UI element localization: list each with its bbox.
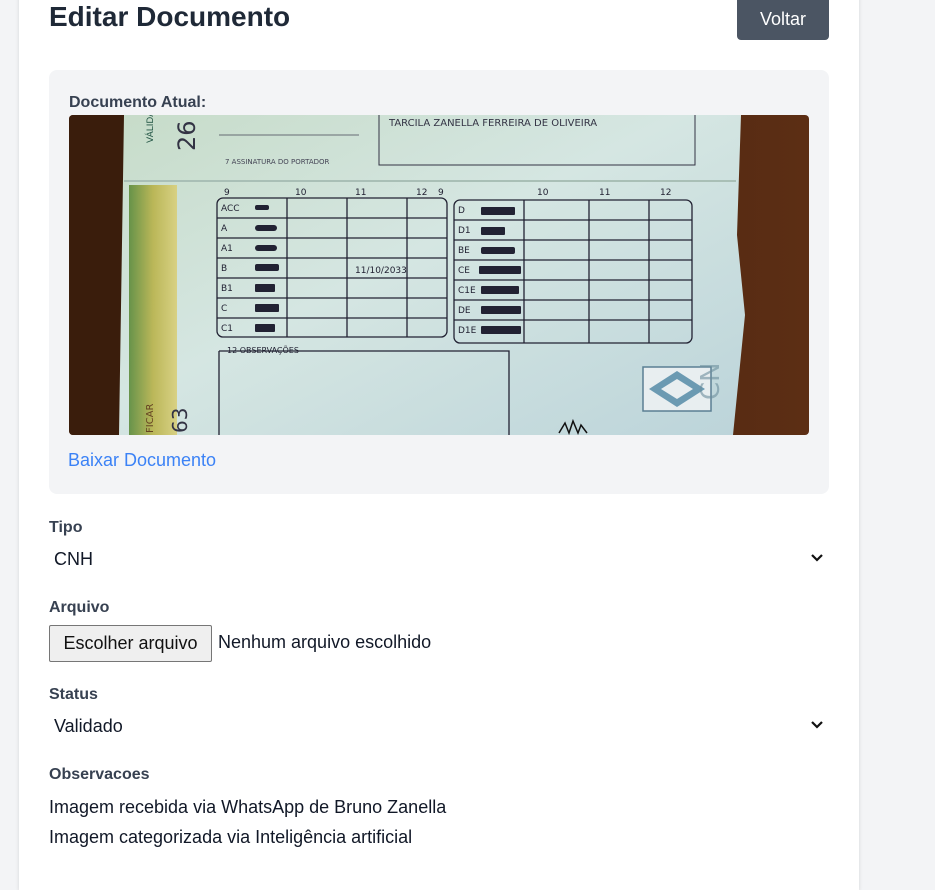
current-document-panel: Documento Atual: VÁLIDA 26 FICAR 63 TARC… — [49, 70, 829, 494]
observacoes-label: Observacoes — [49, 766, 150, 783]
svg-text:C: C — [221, 304, 227, 314]
svg-text:D: D — [458, 206, 465, 216]
chevron-down-icon — [809, 716, 825, 737]
svg-text:ACC: ACC — [221, 204, 240, 214]
download-document-link[interactable]: Baixar Documento — [68, 450, 216, 471]
svg-text:9: 9 — [438, 188, 444, 198]
observacoes-line-2[interactable]: Imagem categorizada via Inteligência art… — [49, 827, 412, 848]
svg-text:A: A — [221, 224, 228, 234]
svg-text:A1: A1 — [221, 244, 233, 254]
side-text-valida: VÁLIDA — [144, 115, 156, 143]
svg-text:DE: DE — [458, 306, 471, 316]
stamp-text: CN — [696, 362, 726, 400]
chevron-down-icon — [809, 549, 825, 570]
svg-text:D1: D1 — [458, 226, 471, 236]
svg-text:C1E: C1E — [458, 286, 476, 296]
holder-name: TARCILA ZANELLA FERREIRA DE OLIVEIRA — [388, 118, 597, 129]
page-title: Editar Documento — [49, 1, 291, 32]
svg-text:12: 12 — [416, 188, 427, 198]
svg-text:10: 10 — [537, 188, 549, 198]
status-select[interactable]: Validado — [49, 712, 829, 742]
back-button[interactable]: Voltar — [737, 0, 829, 40]
document-image: VÁLIDA 26 FICAR 63 TARCILA ZANELLA FERRE… — [69, 115, 809, 435]
svg-text:9: 9 — [224, 188, 230, 198]
arquivo-label: Arquivo — [49, 599, 110, 616]
svg-text:C1: C1 — [221, 324, 233, 334]
svg-text:11: 11 — [599, 188, 610, 198]
tipo-select[interactable]: CNH — [49, 545, 829, 575]
current-document-label: Documento Atual: — [69, 94, 207, 111]
tipo-label: Tipo — [49, 519, 83, 536]
choose-file-button[interactable]: Escolher arquivo — [49, 625, 212, 662]
svg-text:10: 10 — [295, 188, 307, 198]
file-status-text: Nenhum arquivo escolhido — [218, 632, 432, 652]
observations-label: 12 OBSERVAÇÕES — [227, 344, 299, 355]
svg-text:BE: BE — [458, 246, 470, 256]
signature-label: 7 ASSINATURA DO PORTADOR — [225, 158, 330, 166]
status-select-value: Validado — [54, 716, 123, 736]
side-text-ficar: FICAR — [145, 403, 156, 433]
svg-text:D1E: D1E — [458, 326, 477, 336]
svg-text:12: 12 — [660, 188, 671, 198]
side-text-26: 26 — [173, 120, 201, 151]
observacoes-line-1[interactable]: Imagem recebida via WhatsApp de Bruno Za… — [49, 797, 446, 818]
svg-text:B: B — [221, 264, 227, 274]
side-text-63: 63 — [168, 408, 192, 433]
svg-text:11: 11 — [355, 188, 366, 198]
status-label: Status — [49, 686, 98, 703]
b-validity-date: 11/10/2033 — [355, 266, 407, 276]
svg-text:B1: B1 — [221, 284, 233, 294]
svg-text:CE: CE — [458, 266, 470, 276]
tipo-select-value: CNH — [54, 549, 93, 569]
